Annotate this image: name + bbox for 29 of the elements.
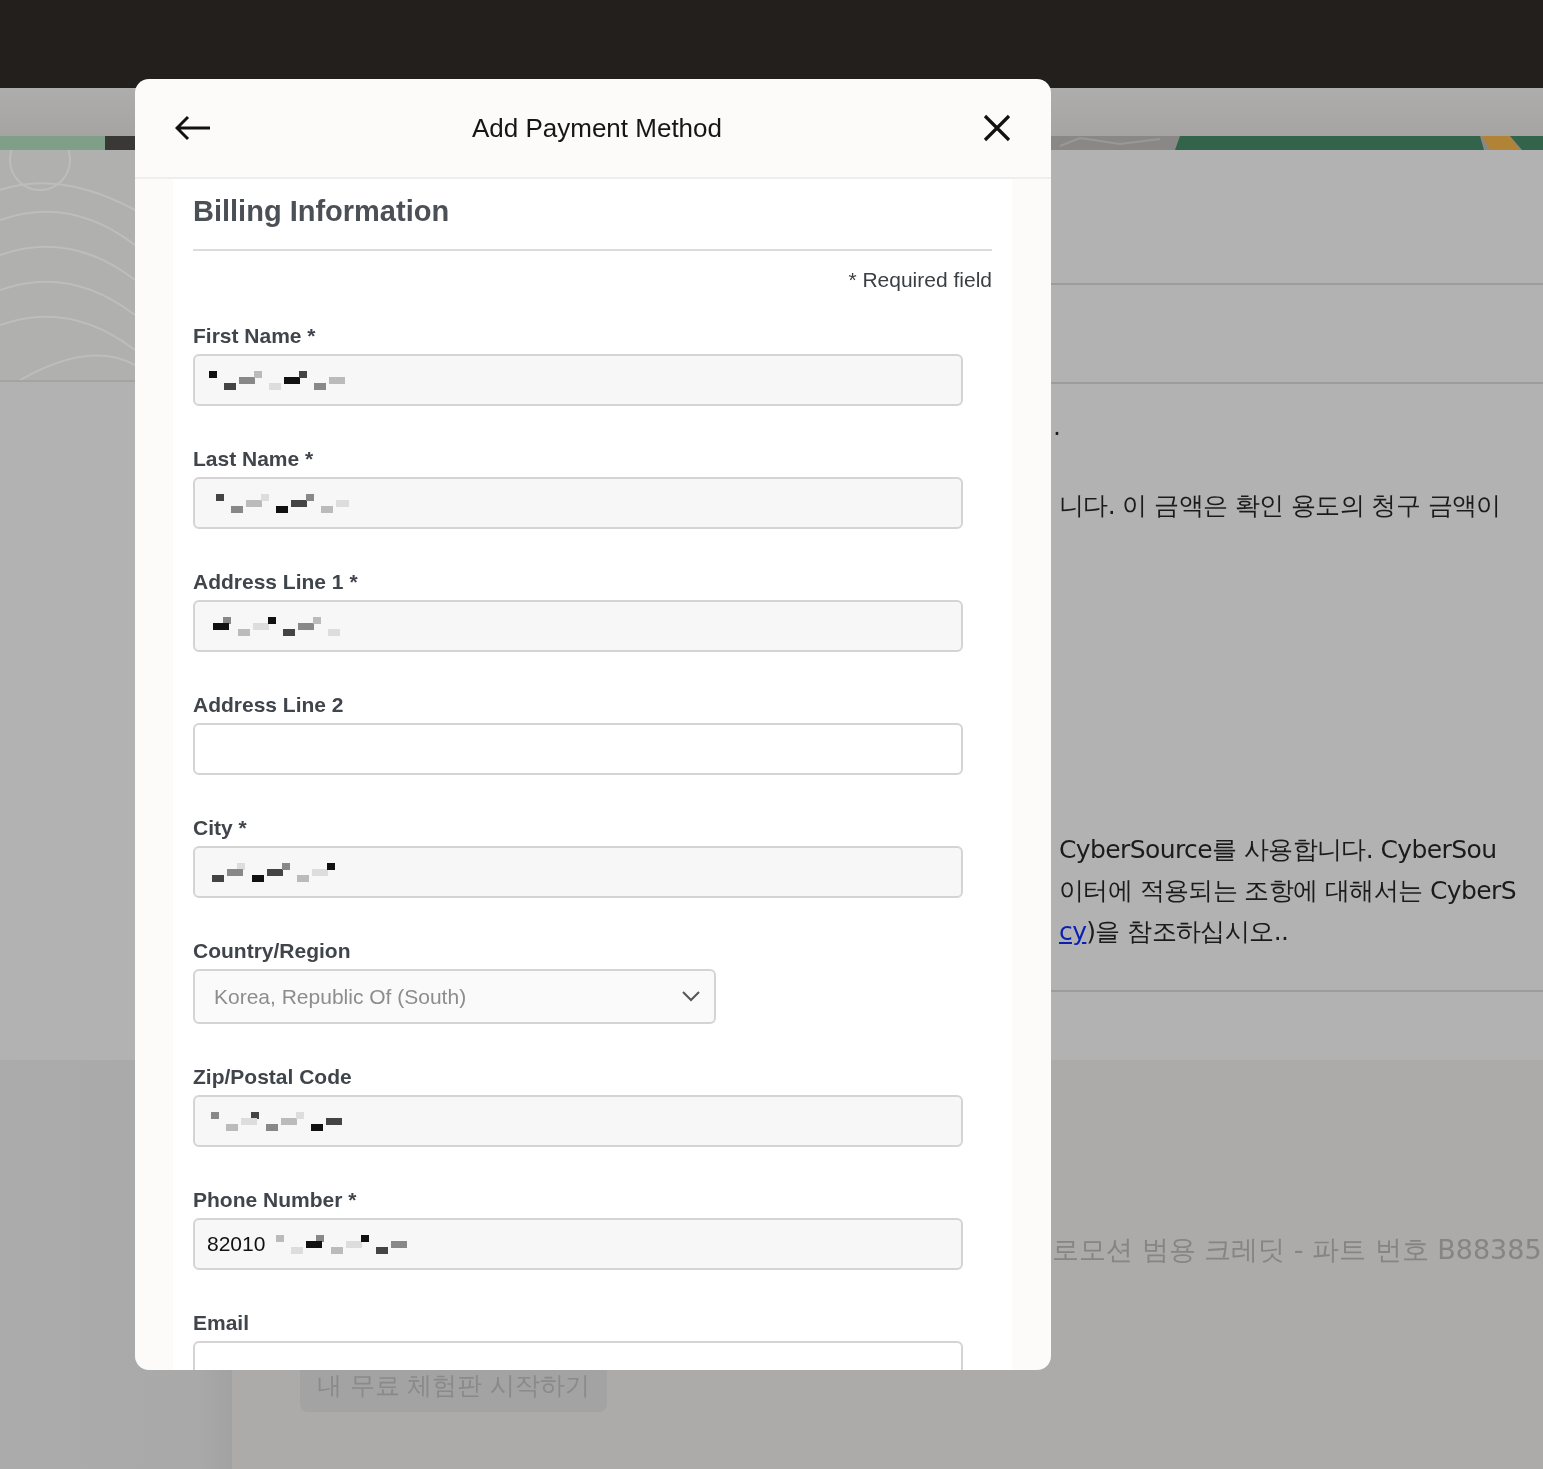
back-arrow-icon[interactable]	[175, 115, 211, 141]
field-label: Address Line 1 *	[193, 569, 359, 594]
body-text: .	[1052, 411, 1062, 443]
field-label: Email	[193, 1310, 251, 1335]
field-label: Last Name *	[193, 446, 315, 471]
body-text: 니다. 이 금액은 확인 용도의 청구 금액이	[1058, 490, 1502, 522]
country-select[interactable]: Korea, Republic Of (South)	[193, 969, 716, 1024]
input-field[interactable]	[193, 354, 963, 406]
input-field[interactable]	[193, 600, 963, 652]
body-text: CyberSource를 사용합니다. CyberSou	[1058, 834, 1498, 866]
chevron-icon	[682, 991, 700, 1002]
input-field[interactable]: 82010	[193, 1218, 963, 1270]
privacy-link[interactable]: cy	[1059, 917, 1087, 946]
dialog-title: Add Payment Method	[471, 111, 722, 145]
field-label: City *	[193, 815, 248, 840]
input-field[interactable]	[193, 846, 963, 898]
close-icon[interactable]	[983, 114, 1011, 142]
field-label: First Name *	[193, 323, 317, 348]
input-field[interactable]	[193, 1095, 963, 1147]
body-text: 이터에 적용되는 조항에 대해서는 CyberS	[1058, 875, 1518, 907]
body-text: cy)을 참조하십시오..	[1058, 916, 1290, 948]
field-label: Country/Region	[193, 938, 352, 963]
input-field[interactable]	[193, 723, 963, 775]
input-field[interactable]	[193, 477, 963, 529]
required-note: * Required field	[847, 267, 992, 293]
field-label: Phone Number *	[193, 1187, 358, 1212]
section-title: Billing Information	[193, 194, 451, 229]
field-label: Zip/Postal Code	[193, 1064, 353, 1089]
field-label: Address Line 2	[193, 692, 345, 717]
